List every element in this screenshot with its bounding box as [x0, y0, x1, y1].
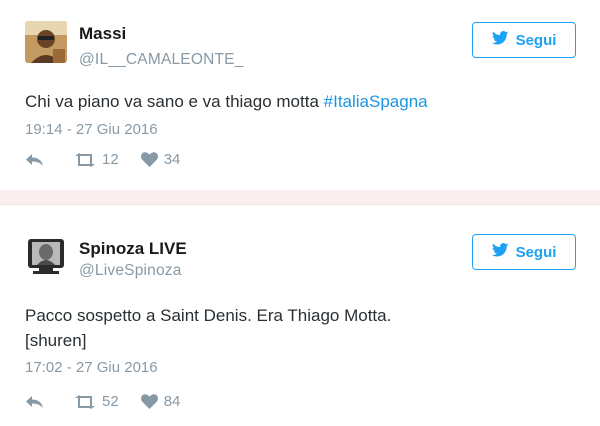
user-handle[interactable]: @LiveSpinoza	[79, 262, 182, 280]
tweet-card: Massi @IL__CAMALEONTE_ Segui Chi va pian…	[0, 0, 600, 191]
like-button[interactable]: 34	[140, 151, 181, 168]
follow-button-label: Segui	[515, 31, 557, 49]
retweet-count: 12	[102, 151, 119, 168]
display-name[interactable]: Massi	[79, 24, 126, 44]
twitter-bird-icon	[491, 31, 509, 49]
hashtag-link[interactable]: #ItaliaSpagna	[324, 92, 428, 111]
tweet-card: Spinoza LIVE @LiveSpinoza Segui Pacco so…	[0, 204, 600, 426]
display-name[interactable]: Spinoza LIVE	[79, 239, 187, 259]
follow-button[interactable]: Segui	[472, 22, 576, 58]
tweet-text-line: Pacco sospetto a Saint Denis. Era Thiago…	[25, 306, 392, 325]
tweet-text-body: Chi va piano va sano e va thiago motta	[25, 92, 324, 111]
reply-button[interactable]	[25, 395, 44, 409]
tweet-text: Pacco sospetto a Saint Denis. Era Thiago…	[25, 303, 391, 353]
follow-button[interactable]: Segui	[472, 234, 576, 270]
action-bar: 12 34	[25, 151, 180, 168]
reply-button[interactable]	[25, 153, 44, 167]
twitter-bird-icon	[491, 243, 509, 261]
user-handle[interactable]: @IL__CAMALEONTE_	[79, 51, 244, 69]
tweet-text: Chi va piano va sano e va thiago motta #…	[25, 89, 428, 114]
heart-icon	[140, 152, 164, 167]
like-count: 84	[163, 393, 181, 410]
retweet-button[interactable]: 52	[74, 393, 119, 410]
tweet-text-line: [shuren]	[25, 331, 87, 350]
retweet-icon	[74, 394, 102, 409]
action-bar: 52 84	[25, 393, 180, 410]
retweet-count: 52	[102, 393, 119, 410]
retweet-button[interactable]: 12	[74, 151, 119, 168]
heart-icon	[140, 394, 164, 409]
follow-button-label: Segui	[515, 243, 557, 261]
avatar[interactable]	[25, 21, 67, 63]
timestamp[interactable]: 19:14 - 27 Giu 2016	[25, 121, 158, 138]
retweet-icon	[74, 152, 102, 167]
avatar[interactable]	[25, 235, 67, 277]
like-button[interactable]: 84	[140, 393, 181, 410]
tweet-separator	[0, 190, 600, 204]
reply-icon	[25, 395, 44, 409]
like-count: 34	[163, 151, 181, 168]
reply-icon	[25, 153, 44, 167]
timestamp[interactable]: 17:02 - 27 Giu 2016	[25, 359, 158, 376]
